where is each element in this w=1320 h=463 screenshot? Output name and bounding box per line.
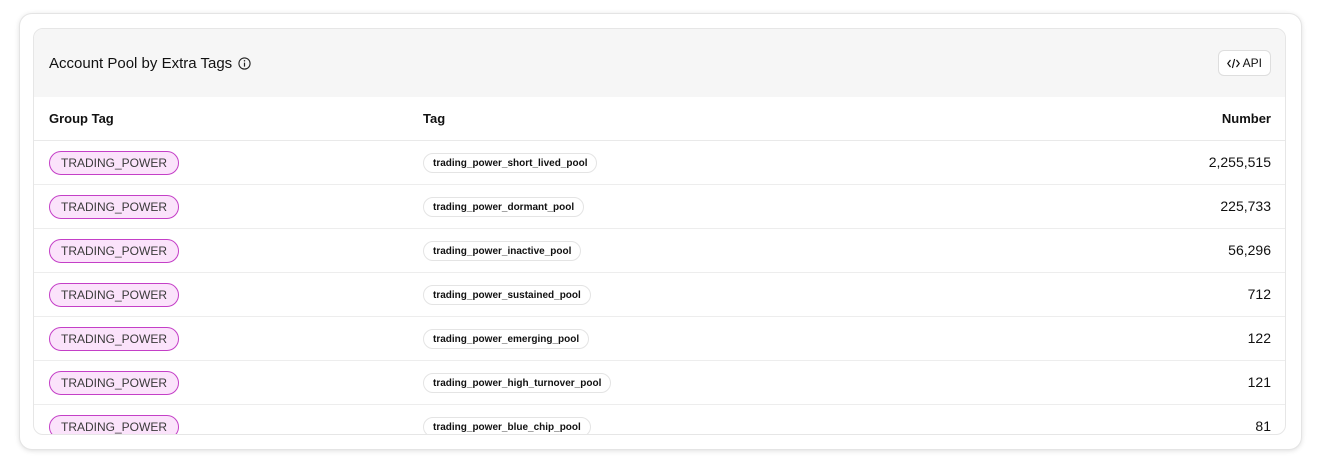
api-button-label: API: [1242, 56, 1262, 70]
tag-pill: trading_power_inactive_pool: [423, 241, 582, 261]
number-cell: 81: [1255, 418, 1271, 434]
table-row: TRADING_POWER trading_power_blue_chip_po…: [34, 405, 1285, 434]
api-button[interactable]: API: [1217, 50, 1271, 76]
number-cell: 122: [1247, 330, 1271, 346]
title-group: Account Pool by Extra Tags: [49, 55, 251, 72]
column-header-group-tag[interactable]: Group Tag: [49, 111, 114, 126]
number-cell: 2,255,515: [1208, 154, 1271, 170]
number-cell: 225,733: [1220, 198, 1271, 214]
table-body: TRADING_POWER trading_power_short_lived_…: [34, 141, 1285, 434]
column-header-tag[interactable]: Tag: [423, 111, 445, 126]
tag-pill: trading_power_high_turnover_pool: [423, 373, 612, 393]
group-tag-badge: TRADING_POWER: [49, 415, 180, 434]
number-cell: 121: [1247, 374, 1271, 390]
table-row: TRADING_POWER trading_power_inactive_poo…: [34, 229, 1285, 273]
tag-pill: trading_power_blue_chip_pool: [423, 417, 591, 434]
info-circle-icon[interactable]: [238, 57, 251, 70]
group-tag-badge: TRADING_POWER: [49, 239, 180, 263]
account-pool-panel: Account Pool by Extra Tags API Group Tag…: [33, 28, 1286, 435]
panel-title: Account Pool by Extra Tags: [49, 54, 233, 72]
column-header-number[interactable]: Number: [1222, 111, 1271, 126]
tag-pill: trading_power_sustained_pool: [423, 285, 591, 305]
table-row: TRADING_POWER trading_power_short_lived_…: [34, 141, 1285, 185]
number-cell: 56,296: [1228, 242, 1271, 258]
number-cell: 712: [1247, 286, 1271, 302]
table-row: TRADING_POWER trading_power_emerging_poo…: [34, 317, 1285, 361]
table-row: TRADING_POWER trading_power_sustained_po…: [34, 273, 1285, 317]
table-row: TRADING_POWER trading_power_high_turnove…: [34, 361, 1285, 405]
code-icon: [1226, 58, 1240, 69]
panel-header: Account Pool by Extra Tags API: [34, 29, 1285, 97]
group-tag-badge: TRADING_POWER: [49, 283, 180, 307]
table-row: TRADING_POWER trading_power_dormant_pool…: [34, 185, 1285, 229]
tag-pill: trading_power_short_lived_pool: [423, 153, 598, 173]
tag-pill: trading_power_dormant_pool: [423, 197, 585, 217]
tag-pill: trading_power_emerging_pool: [423, 329, 590, 349]
group-tag-badge: TRADING_POWER: [49, 327, 180, 351]
card: Account Pool by Extra Tags API Group Tag…: [20, 14, 1301, 449]
group-tag-badge: TRADING_POWER: [49, 151, 180, 175]
group-tag-badge: TRADING_POWER: [49, 195, 180, 219]
table-header: Group Tag Tag Number: [34, 97, 1285, 141]
group-tag-badge: TRADING_POWER: [49, 371, 180, 395]
